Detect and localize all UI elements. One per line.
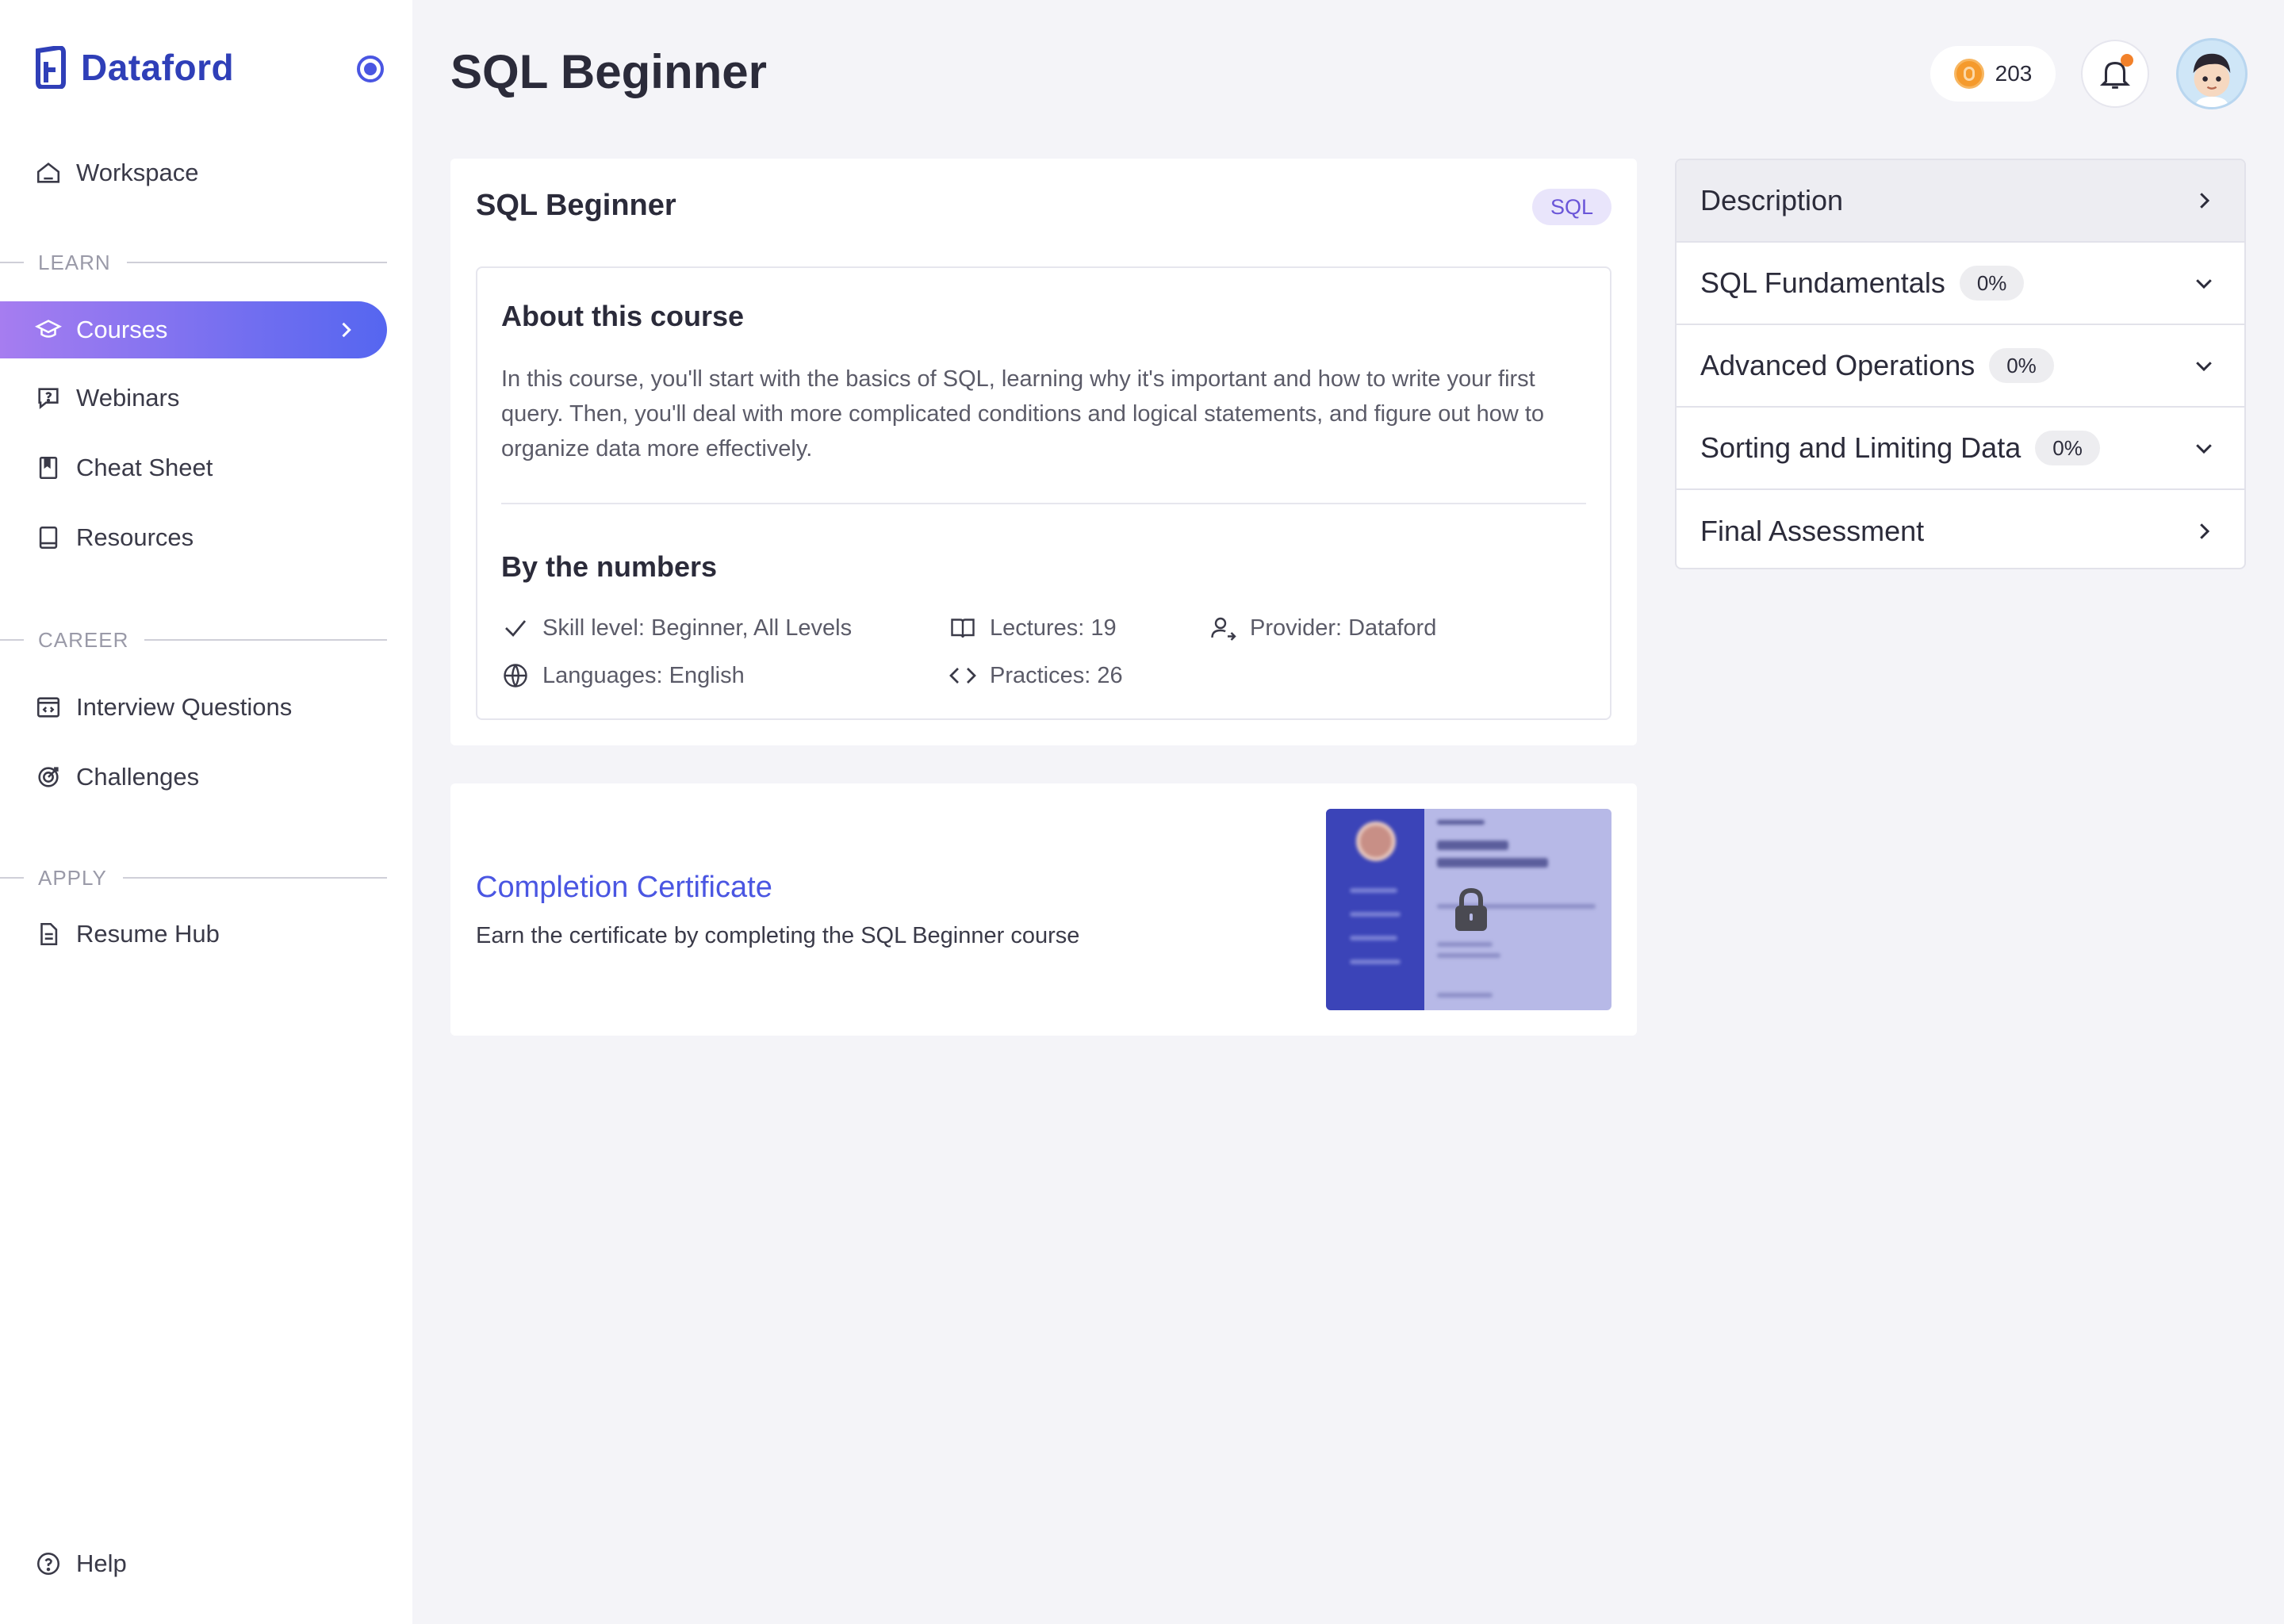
sidebar-item-label: Challenges bbox=[76, 763, 200, 791]
coin-count: 203 bbox=[1995, 61, 2033, 86]
sidebar-item-label: Interview Questions bbox=[76, 693, 293, 721]
sidebar-item-interview-questions[interactable]: Interview Questions bbox=[0, 679, 387, 736]
graduation-cap-icon bbox=[35, 320, 62, 338]
sidebar-collapse-button[interactable] bbox=[357, 56, 384, 82]
globe-icon bbox=[504, 664, 527, 688]
notifications-button[interactable] bbox=[2081, 40, 2149, 108]
progress-badge: 0% bbox=[1989, 348, 2054, 383]
user-avatar[interactable] bbox=[2176, 38, 2248, 109]
document-icon bbox=[40, 922, 58, 946]
sidebar-item-label: Resume Hub bbox=[76, 920, 220, 948]
sidebar-item-label: Workspace bbox=[76, 159, 199, 186]
chevron-right-icon bbox=[2200, 523, 2210, 539]
course-name: SQL Beginner bbox=[476, 189, 676, 222]
module-label: SQL Fundamentals bbox=[1700, 266, 1945, 299]
progress-badge: 0% bbox=[2035, 431, 2100, 465]
sidebar-item-resume-hub[interactable]: Resume Hub bbox=[0, 906, 387, 963]
module-label: Description bbox=[1700, 184, 1844, 216]
numbers-title: By the numbers bbox=[501, 550, 718, 583]
module-final-assessment[interactable]: Final Assessment bbox=[1677, 490, 2244, 568]
stat-practices: Practices: 26 bbox=[948, 660, 1123, 691]
certificate-title-link[interactable]: Completion Certificate bbox=[476, 871, 772, 905]
stat-skill-level: Skill level: Beginner, All Levels bbox=[501, 612, 852, 644]
coin-icon bbox=[1953, 59, 1984, 89]
lock-icon bbox=[1455, 887, 1487, 931]
notification-dot bbox=[2121, 54, 2133, 67]
course-overview-card: SQL Beginner SQL About this course In th… bbox=[450, 159, 1637, 745]
book-icon bbox=[39, 526, 58, 550]
module-sql-fundamentals[interactable]: SQL Fundamentals 0% bbox=[1677, 243, 2244, 325]
question-circle-icon bbox=[36, 1552, 60, 1576]
avatar-face-icon bbox=[2193, 53, 2231, 107]
user-arrow-icon bbox=[1211, 617, 1236, 641]
logo-text: Dataford bbox=[81, 47, 235, 88]
module-label: Advanced Operations bbox=[1700, 349, 1976, 381]
open-book-icon bbox=[951, 619, 975, 638]
sidebar-item-label: Cheat Sheet bbox=[76, 454, 213, 481]
module-label: Sorting and Limiting Data bbox=[1700, 431, 2021, 464]
module-description[interactable]: Description bbox=[1677, 160, 2244, 243]
certificate-description: Earn the certificate by completing the S… bbox=[476, 923, 1080, 948]
help-link[interactable]: Help bbox=[35, 1549, 127, 1578]
certificate-card: Completion Certificate Earn the certific… bbox=[450, 783, 1637, 1036]
about-course-box: About this course In this course, you'll… bbox=[476, 266, 1611, 720]
logo[interactable]: Dataford bbox=[35, 46, 234, 89]
section-label-apply: APPLY bbox=[0, 866, 387, 890]
certificate-preview-image[interactable] bbox=[1326, 809, 1611, 1010]
code-brackets-icon bbox=[949, 668, 976, 684]
chevron-down-icon bbox=[2196, 444, 2212, 454]
about-title: About this course bbox=[501, 300, 745, 332]
section-label-learn: LEARN bbox=[0, 251, 387, 274]
stat-languages: Languages: English bbox=[501, 660, 745, 691]
section-label-career: CAREER bbox=[0, 628, 387, 652]
radio-dot-icon bbox=[364, 63, 377, 75]
chevron-right-icon bbox=[2200, 193, 2210, 209]
sidebar-item-resources[interactable]: Resources bbox=[0, 509, 387, 566]
chevron-down-icon bbox=[2196, 279, 2212, 289]
sidebar-item-challenges[interactable]: Challenges bbox=[0, 749, 387, 806]
sidebar-item-webinars[interactable]: Webinars bbox=[0, 370, 387, 427]
sidebar-item-workspace[interactable]: Workspace bbox=[0, 144, 387, 201]
module-advanced-operations[interactable]: Advanced Operations 0% bbox=[1677, 325, 2244, 408]
sidebar-item-cheat-sheet[interactable]: Cheat Sheet bbox=[0, 439, 387, 496]
progress-badge: 0% bbox=[1959, 266, 2025, 301]
stat-lectures: Lectures: 19 bbox=[948, 612, 1117, 644]
sidebar-item-label: Courses bbox=[76, 316, 168, 343]
chevron-down-icon bbox=[2196, 362, 2212, 372]
sidebar-item-label: Resources bbox=[76, 523, 194, 551]
module-label: Final Assessment bbox=[1700, 515, 1925, 547]
home-icon bbox=[36, 163, 60, 183]
page-title: SQL Beginner bbox=[450, 45, 767, 98]
course-tag: SQL bbox=[1532, 189, 1611, 225]
target-icon bbox=[38, 767, 59, 787]
dataford-logo-icon bbox=[36, 46, 66, 89]
coin-balance[interactable]: 203 bbox=[1930, 46, 2056, 102]
code-window-icon bbox=[36, 697, 60, 718]
bookmark-page-icon bbox=[39, 456, 58, 480]
divider bbox=[501, 503, 1586, 504]
module-sorting-limiting-data[interactable]: Sorting and Limiting Data 0% bbox=[1677, 408, 2244, 490]
about-text: In this course, you'll start with the ba… bbox=[501, 366, 1545, 462]
sidebar: Dataford Workspace LEARN Courses Webinar… bbox=[0, 0, 412, 1624]
help-label: Help bbox=[76, 1549, 127, 1577]
course-modules-accordion: Description SQL Fundamentals 0% Advanced… bbox=[1675, 159, 2246, 569]
chevron-right-icon bbox=[342, 322, 351, 338]
stat-provider: Provider: Dataford bbox=[1209, 612, 1436, 644]
sidebar-item-label: Webinars bbox=[76, 384, 180, 412]
chat-question-icon bbox=[38, 388, 59, 409]
check-icon bbox=[505, 620, 527, 637]
certificate-seal-icon bbox=[1356, 822, 1396, 861]
sidebar-item-courses[interactable]: Courses bbox=[0, 301, 387, 358]
